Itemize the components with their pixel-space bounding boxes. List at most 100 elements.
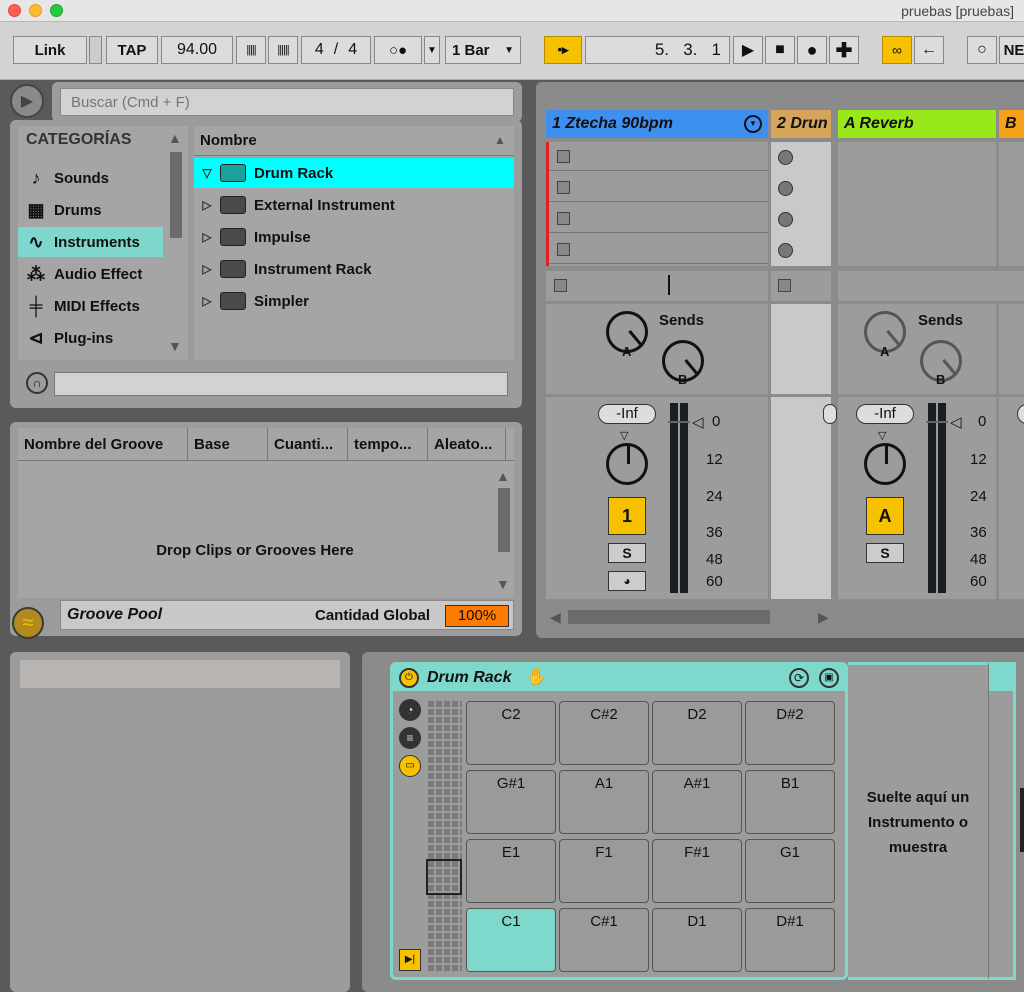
add-icon[interactable]: ✚ [829, 36, 859, 64]
auto-select-icon[interactable]: ▶| [399, 949, 421, 971]
clip-slot[interactable] [549, 204, 768, 233]
session-horizontal-scrollbar[interactable] [568, 610, 770, 624]
nudge-down-icon[interactable]: ||||| [236, 36, 266, 64]
browser-item-simpler[interactable]: ▷ Simpler [194, 286, 514, 316]
name-column-header[interactable]: Nombre [194, 126, 514, 156]
drum-pad[interactable]: F#1 [652, 839, 742, 903]
browser-toggle-icon[interactable]: ▶ [10, 84, 44, 118]
stop-icon[interactable]: ■ [765, 36, 795, 64]
fader-position[interactable] [926, 421, 948, 423]
track-header-1[interactable]: 1 Ztecha 90bpm ▼ [546, 110, 768, 138]
automation-arm-icon[interactable]: ∞ [882, 36, 912, 64]
time-signature[interactable]: 4 / 4 [301, 36, 371, 64]
track-activator-button[interactable]: 1 [608, 497, 646, 535]
solo-button[interactable]: S [866, 543, 904, 563]
groove-col-name[interactable]: Nombre del Groove [18, 428, 188, 460]
record-slot-icon[interactable] [778, 212, 793, 227]
follow-icon[interactable]: •▸ [544, 36, 582, 64]
pad-overview-selector[interactable] [426, 859, 462, 895]
stop-slot-icon[interactable] [557, 181, 570, 194]
category-audio-effect[interactable]: ⁂ Audio Effect [18, 259, 178, 289]
volume-field[interactable]: -Inf [856, 404, 914, 424]
drum-pad[interactable]: D#1 [745, 908, 835, 972]
drum-pad-selected[interactable]: C1 [466, 908, 556, 972]
preview-bar[interactable] [54, 372, 508, 396]
groove-scrollbar[interactable] [498, 488, 510, 552]
overdub-icon[interactable]: ○ [967, 36, 997, 64]
track-activator-button[interactable]: A [866, 497, 904, 535]
stop-clip-icon[interactable] [554, 279, 567, 292]
expand-right-icon[interactable]: ▷ [194, 198, 220, 212]
metronome-dropdown-icon[interactable]: ▼ [424, 36, 440, 64]
arrangement-position[interactable]: 5. 3. 1 [585, 36, 730, 64]
return-track-header-b[interactable]: B [999, 110, 1024, 138]
drum-pad[interactable]: D2 [652, 701, 742, 765]
scroll-right-icon[interactable]: ▶ [818, 609, 829, 626]
category-sounds[interactable]: ♪ Sounds [18, 163, 178, 193]
hot-swap-icon[interactable]: ⟳ [789, 668, 809, 688]
fader-icon[interactable]: ◁ [950, 413, 962, 431]
volume-field[interactable] [1017, 404, 1024, 424]
groove-col-random[interactable]: Aleato... [428, 428, 506, 460]
record-icon[interactable]: ● [797, 36, 827, 64]
groove-col-timing[interactable]: tempo... [348, 428, 428, 460]
stop-slot-icon[interactable] [557, 212, 570, 225]
drum-pad[interactable]: C2 [466, 701, 556, 765]
close-window-button[interactable] [8, 4, 21, 17]
back-to-arrangement-icon[interactable]: ← [914, 36, 944, 64]
drum-pad[interactable]: C#1 [559, 908, 649, 972]
chain-list-icon[interactable]: ≡ [399, 727, 421, 749]
browser-item-external-instrument[interactable]: ▷ External Instrument [194, 190, 514, 220]
search-input[interactable] [60, 88, 514, 116]
instrument-drop-zone[interactable]: Suelte aquí un Instrumento o muestra [848, 662, 988, 980]
scroll-down-icon[interactable]: ▼ [496, 576, 510, 592]
drum-pad[interactable]: F1 [559, 839, 649, 903]
expand-right-icon[interactable]: ▷ [194, 262, 220, 276]
drum-pad[interactable]: A#1 [652, 770, 742, 834]
scroll-up-icon[interactable]: ▲ [496, 468, 510, 484]
groove-pool-icon[interactable]: ≈ [12, 607, 44, 639]
link-toggle[interactable] [89, 36, 102, 64]
expand-right-icon[interactable]: ▷ [194, 294, 220, 308]
stop-clip-icon[interactable] [778, 279, 791, 292]
drum-pad[interactable]: G#1 [466, 770, 556, 834]
drum-pad[interactable]: D1 [652, 908, 742, 972]
volume-field[interactable]: -Inf [598, 404, 656, 424]
scroll-left-icon[interactable]: ◀ [550, 609, 561, 626]
pad-overview-grid[interactable] [428, 701, 462, 971]
drum-pad[interactable]: D#2 [745, 701, 835, 765]
arm-icon[interactable]: ◕ [608, 571, 646, 591]
pan-knob[interactable] [864, 443, 906, 485]
drum-pad[interactable]: C#2 [559, 701, 649, 765]
stop-slot-icon[interactable] [557, 150, 570, 163]
device-scroll-indicator[interactable] [1020, 788, 1024, 852]
clip-slot[interactable] [549, 235, 768, 264]
pad-view-icon[interactable]: ▭ [399, 755, 421, 777]
device-power-icon[interactable]: ⏻ [399, 668, 419, 688]
category-plug-ins[interactable]: ⊲ Plug-ins [18, 323, 178, 353]
solo-button[interactable]: S [608, 543, 646, 563]
tap-tempo-button[interactable]: TAP [106, 36, 158, 64]
browser-item-impulse[interactable]: ▷ Impulse [194, 222, 514, 252]
save-preset-icon[interactable]: ▣ [819, 668, 839, 688]
category-drums[interactable]: ▦ Drums [18, 195, 178, 225]
scroll-up-icon[interactable]: ▲ [168, 130, 182, 146]
metronome-icon[interactable]: ○● [374, 36, 422, 64]
groove-col-base[interactable]: Base [188, 428, 268, 460]
browser-item-instrument-rack[interactable]: ▷ Instrument Rack [194, 254, 514, 284]
record-slot-icon[interactable] [778, 150, 793, 165]
link-button[interactable]: Link [13, 36, 87, 64]
fader-icon[interactable]: ◁ [692, 413, 704, 431]
macro-view-icon[interactable]: ◔ [399, 699, 421, 721]
sort-icon[interactable]: ▲ [494, 133, 506, 147]
browser-item-drum-rack[interactable]: ▽ Drum Rack [194, 158, 514, 188]
pan-knob[interactable] [606, 443, 648, 485]
global-amount-field[interactable]: 100% [445, 605, 509, 627]
drum-pad[interactable]: A1 [559, 770, 649, 834]
category-midi-effects[interactable]: ╪ MIDI Effects [18, 291, 178, 321]
play-icon[interactable]: ▶ [733, 36, 763, 64]
return-track-header-a[interactable]: A Reverb [838, 110, 996, 138]
minimize-window-button[interactable] [29, 4, 42, 17]
stop-slot-icon[interactable] [557, 243, 570, 256]
record-slot-icon[interactable] [778, 181, 793, 196]
